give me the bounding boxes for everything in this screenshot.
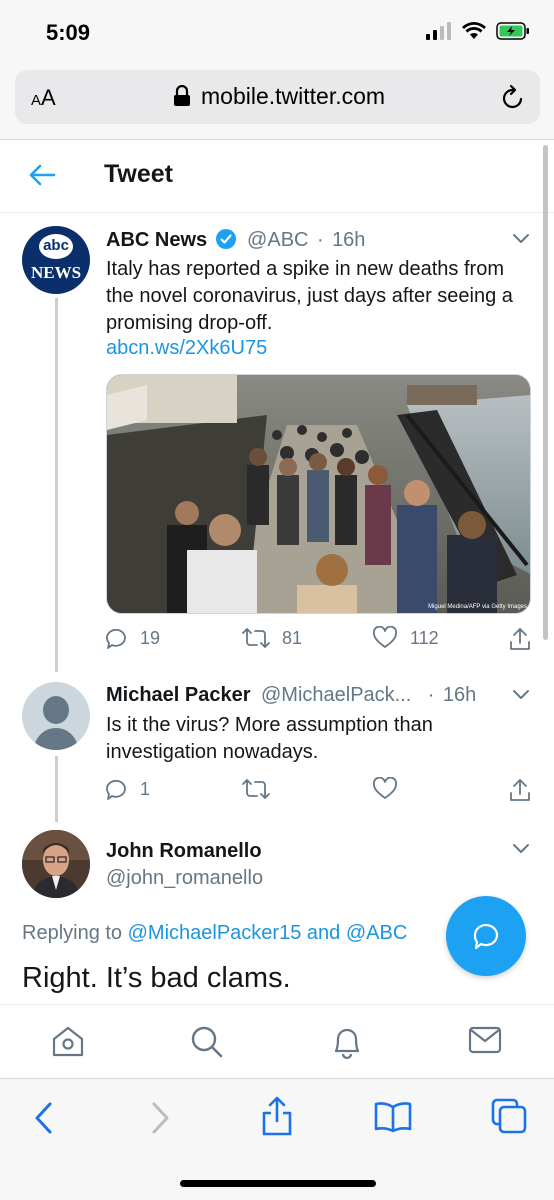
reader-options-button[interactable]: AA	[31, 85, 56, 111]
battery-icon	[496, 22, 529, 40]
home-indicator	[180, 1180, 376, 1187]
retweet-button[interactable]: 81	[242, 626, 302, 650]
author-name[interactable]: Michael Packer	[106, 684, 251, 706]
tweet-text: Is it the virus? More assumption than in…	[106, 714, 433, 763]
chevron-down-icon[interactable]	[510, 686, 532, 702]
reply-count: 19	[140, 627, 161, 648]
back-arrow-icon[interactable]	[28, 162, 56, 188]
retweet-count: 81	[282, 627, 303, 648]
reply-icon	[106, 628, 126, 649]
page-scrollbar[interactable]	[543, 145, 548, 640]
tabs-icon[interactable]	[490, 1097, 528, 1135]
focused-tweet-text: Right. It’s bad clams.	[22, 962, 291, 994]
tweet-actions: 19 81 112	[104, 626, 534, 656]
status-icons	[426, 22, 530, 40]
tweet-media-image[interactable]: Miguel Medina/AFP via Getty Images	[106, 374, 531, 614]
replying-prefix: Replying to	[22, 922, 123, 944]
tweet-link[interactable]: abcn.ws/2Xk6U75	[106, 335, 267, 362]
lock-icon	[174, 85, 190, 106]
wifi-icon	[462, 22, 486, 39]
share-icon	[510, 779, 530, 801]
signal-icon	[426, 22, 451, 40]
heart-icon	[373, 626, 397, 648]
like-button[interactable]	[372, 777, 398, 801]
replying-to: Replying to @MichaelPacker15 and @ABC	[22, 922, 407, 945]
like-button[interactable]: 112	[372, 626, 439, 650]
chevron-down-icon[interactable]	[510, 230, 532, 246]
verified-badge-icon	[215, 229, 236, 249]
browser-forward-icon[interactable]	[148, 1101, 172, 1135]
reload-icon[interactable]	[500, 83, 526, 111]
tweet-actions-2: 1	[104, 777, 534, 807]
reply-count: 1	[140, 778, 151, 799]
bookmarks-icon[interactable]	[374, 1101, 412, 1133]
status-time: 5:09	[46, 20, 91, 45]
page-title: Tweet	[104, 160, 173, 188]
reply-icon	[106, 779, 126, 800]
replying-and[interactable]: and	[307, 922, 340, 944]
reply-fab-button[interactable]	[446, 896, 526, 976]
search-icon[interactable]	[190, 1025, 224, 1059]
tweet-time[interactable]: 16h	[332, 229, 365, 251]
share-icon	[510, 628, 530, 650]
avatar-news-text: NEWS	[30, 263, 82, 282]
meta-separator: ·	[316, 229, 324, 251]
browser-share-icon[interactable]	[260, 1095, 294, 1137]
replying-user-link-2[interactable]: @ABC	[346, 922, 407, 944]
profile-photo	[22, 830, 90, 898]
messages-icon[interactable]	[468, 1025, 502, 1055]
avatar-default[interactable]	[22, 682, 90, 750]
notifications-icon[interactable]	[330, 1025, 364, 1061]
retweet-button[interactable]	[242, 777, 270, 801]
avatar-shoulders	[34, 728, 78, 750]
tweet-time[interactable]: 16h	[443, 684, 476, 706]
author-handle[interactable]: @john_romanello	[106, 867, 263, 890]
home-icon[interactable]	[50, 1025, 86, 1059]
thread-line-2	[55, 756, 58, 822]
retweet-icon	[242, 628, 270, 648]
reply-button[interactable]: 19	[104, 626, 160, 650]
avatar-abc-logo: abc	[39, 234, 73, 259]
retweet-icon	[242, 779, 270, 799]
avatar-head	[43, 696, 69, 724]
meta-separator: ·	[427, 684, 435, 706]
author-name[interactable]: ABC News	[106, 229, 207, 251]
media-credit: Miguel Medina/AFP via Getty Images	[428, 604, 527, 610]
replying-user-link[interactable]: @MichaelPacker15	[128, 922, 302, 944]
browser-address-area: AA mobile.twitter.com	[0, 62, 554, 140]
thread-line	[55, 298, 58, 672]
like-count: 112	[410, 627, 439, 648]
status-bar: 5:09	[0, 0, 554, 62]
share-button[interactable]	[508, 777, 532, 803]
avatar-john-romanello[interactable]	[22, 830, 90, 898]
bottom-nav	[0, 1004, 554, 1078]
author-handle[interactable]: @ABC	[247, 229, 308, 251]
street-photo: Miguel Medina/AFP via Getty Images	[107, 375, 530, 613]
browser-back-icon[interactable]	[32, 1101, 56, 1135]
heart-icon	[373, 777, 397, 799]
chevron-down-icon[interactable]	[510, 840, 532, 856]
avatar-abc-news[interactable]: abc NEWS	[22, 226, 90, 294]
tweet-meta-2: Michael Packer @MichaelPack... · 16h	[106, 684, 476, 707]
author-name[interactable]: John Romanello	[106, 840, 262, 863]
reply-bubble-icon	[473, 924, 499, 950]
address-bar[interactable]: AA mobile.twitter.com	[15, 70, 540, 124]
tweet-meta: ABC News @ABC · 16h	[106, 228, 365, 252]
url-text[interactable]: mobile.twitter.com	[201, 83, 385, 110]
author-handle[interactable]: @MichaelPack...	[261, 684, 411, 706]
page-header: Tweet	[0, 140, 554, 213]
share-button[interactable]	[508, 626, 532, 652]
tweet-text: Italy has reported a spike in new deaths…	[106, 258, 513, 334]
reply-button[interactable]: 1	[104, 777, 150, 801]
